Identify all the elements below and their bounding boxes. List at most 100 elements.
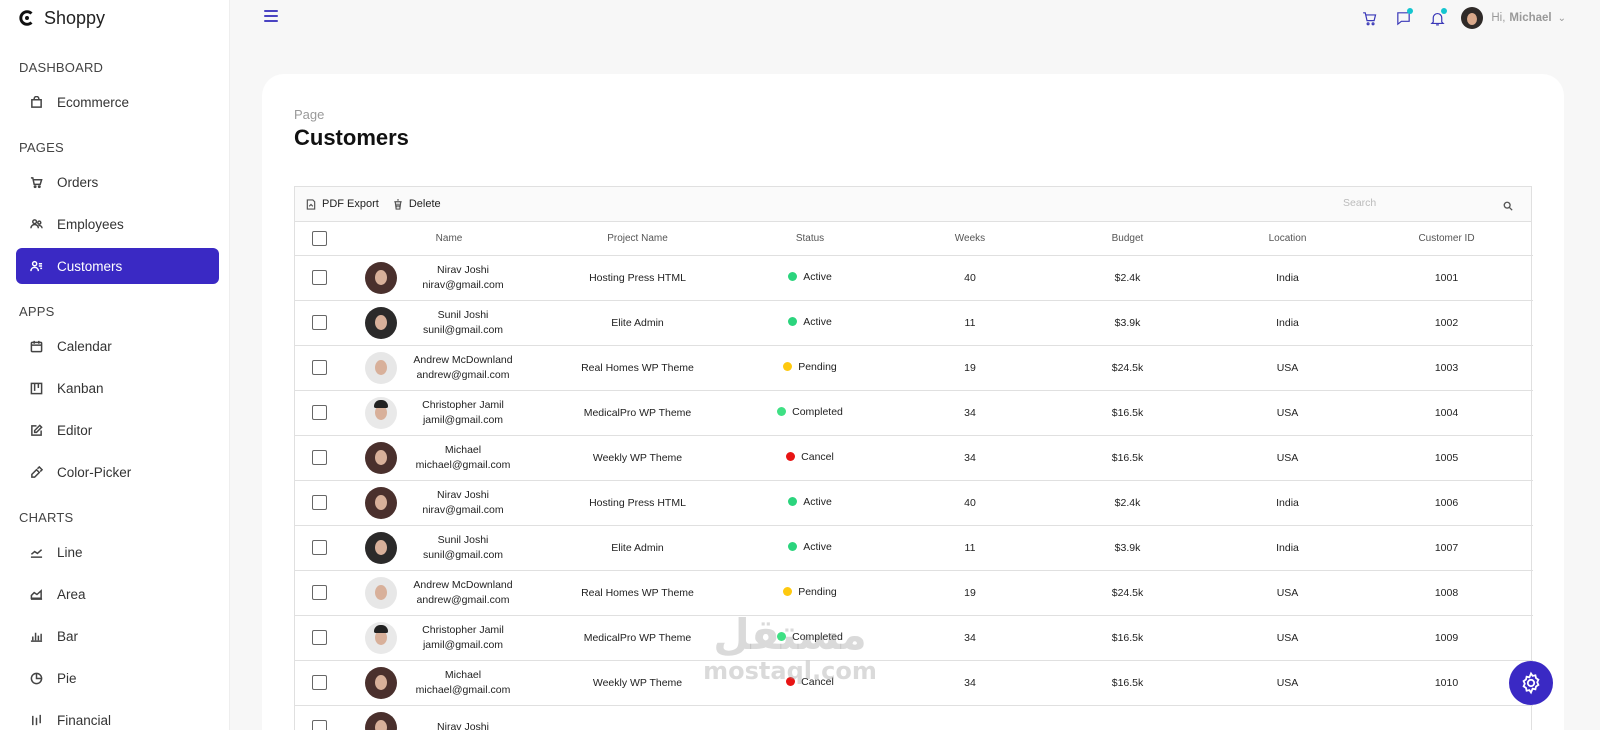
table-row[interactable]: Sunil Joshi sunil@gmail.com Elite Admin Act… bbox=[295, 525, 1533, 571]
brand[interactable]: Shoppy bbox=[0, 0, 229, 36]
column-header-name[interactable]: Name bbox=[343, 222, 555, 256]
chevron-down-icon[interactable]: ⌄ bbox=[1558, 13, 1566, 24]
row-checkbox[interactable] bbox=[311, 270, 327, 285]
sidebar-item-line[interactable]: Line bbox=[16, 534, 219, 570]
sidebar-item-kanban[interactable]: Kanban bbox=[16, 370, 219, 406]
row-checkbox[interactable] bbox=[311, 630, 327, 645]
weeks-cell: 40 bbox=[900, 255, 1040, 301]
chat-icon[interactable] bbox=[1393, 8, 1414, 28]
customer-name: Christopher Jamil bbox=[422, 398, 504, 411]
row-checkbox[interactable] bbox=[311, 450, 327, 465]
user-name[interactable]: Michael bbox=[1509, 12, 1551, 24]
table-row[interactable]: Michael michael@gmail.com Weekly WP Theme C… bbox=[295, 660, 1533, 706]
sidebar-item-orders[interactable]: Orders bbox=[16, 164, 219, 200]
row-checkbox[interactable] bbox=[311, 315, 327, 330]
column-header-budget[interactable]: Budget bbox=[1040, 222, 1215, 256]
sidebar-item-label: Calendar bbox=[57, 338, 112, 354]
customers-grid: PDF Export Delete Name Project bbox=[294, 186, 1533, 730]
customer-id-cell: 1008 bbox=[1360, 570, 1533, 616]
row-checkbox[interactable] bbox=[311, 360, 327, 375]
column-header-weeks[interactable]: Weeks bbox=[900, 222, 1040, 256]
grid-toolbar: PDF Export Delete bbox=[295, 187, 1531, 222]
status-cell: Completed bbox=[720, 615, 900, 661]
sidebar-item-employees[interactable]: Employees bbox=[16, 206, 219, 242]
table-row[interactable]: Nirav Joshi nirav@gmail.com Hosting Press … bbox=[295, 480, 1533, 526]
column-header-project[interactable]: Project Name bbox=[555, 222, 720, 256]
customer-cell: Michael michael@gmail.com bbox=[343, 435, 555, 481]
pdf-export-button[interactable]: PDF Export bbox=[306, 198, 379, 210]
table-row[interactable]: Andrew McDownland andrew@gmail.com Real Ho… bbox=[295, 345, 1533, 391]
sidebar-item-editor[interactable]: Editor bbox=[16, 412, 219, 448]
sidebar-item-financial[interactable]: Financial bbox=[16, 702, 219, 730]
search-icon[interactable] bbox=[1503, 198, 1513, 211]
avatar bbox=[365, 261, 397, 294]
status-cell: Cancel bbox=[720, 435, 900, 481]
status-dot bbox=[783, 587, 793, 597]
customer-cell: Christopher Jamil jamil@gmail.com bbox=[343, 390, 555, 436]
table-row[interactable]: Sunil Joshi sunil@gmail.com Elite Admin Act… bbox=[295, 300, 1533, 346]
chat-notification-dot bbox=[1407, 8, 1414, 14]
customer-name: Andrew McDownland bbox=[413, 353, 513, 366]
weeks-cell: 11 bbox=[900, 525, 1040, 571]
bell-icon[interactable] bbox=[1427, 8, 1448, 28]
table-row[interactable]: Michael michael@gmail.com Weekly WP Theme C… bbox=[295, 435, 1533, 481]
project-name-cell: MedicalPro WP Theme bbox=[555, 615, 720, 661]
row-select-cell bbox=[295, 435, 343, 481]
table-row[interactable]: Christopher Jamil jamil@gmail.com MedicalP… bbox=[295, 615, 1533, 661]
shoppy-logo-icon bbox=[19, 10, 33, 26]
cart-icon[interactable] bbox=[1359, 8, 1379, 28]
menu-toggle-icon[interactable] bbox=[264, 10, 278, 24]
search-input[interactable] bbox=[1333, 197, 1503, 209]
location-cell: USA bbox=[1215, 390, 1360, 436]
project-name-cell: Real Homes WP Theme bbox=[555, 345, 720, 391]
budget-cell: $2.4k bbox=[1040, 480, 1215, 526]
sidebar-nav: DASHBOARD Ecommerce PAGES Orders Employees Cu… bbox=[0, 58, 229, 730]
status-dot bbox=[786, 452, 796, 462]
row-checkbox[interactable] bbox=[311, 720, 327, 730]
avatar bbox=[365, 576, 397, 609]
column-header-customer-id[interactable]: Customer ID bbox=[1360, 222, 1533, 256]
project-name-cell bbox=[555, 705, 720, 730]
row-checkbox[interactable] bbox=[311, 675, 327, 690]
sidebar-item-calendar[interactable]: Calendar bbox=[16, 328, 219, 364]
shopping-bag-icon bbox=[29, 95, 43, 109]
status-badge: Cancel bbox=[786, 676, 834, 688]
row-checkbox[interactable] bbox=[311, 585, 327, 600]
customer-cell: Christopher Jamil jamil@gmail.com bbox=[343, 615, 555, 661]
table-row[interactable]: Nirav Joshi bbox=[295, 705, 1533, 730]
select-all-checkbox[interactable] bbox=[311, 230, 327, 246]
delete-button[interactable]: Delete bbox=[393, 198, 441, 210]
sidebar-item-ecommerce[interactable]: Ecommerce bbox=[16, 84, 219, 120]
employees-icon bbox=[29, 217, 43, 231]
status-badge: Active bbox=[788, 541, 832, 553]
table-row[interactable]: Nirav Joshi nirav@gmail.com Hosting Press … bbox=[295, 255, 1533, 301]
sidebar-item-pie[interactable]: Pie bbox=[16, 660, 219, 696]
sidebar-item-area[interactable]: Area bbox=[16, 576, 219, 612]
table-row[interactable]: Christopher Jamil jamil@gmail.com MedicalP… bbox=[295, 390, 1533, 436]
row-checkbox[interactable] bbox=[311, 495, 327, 510]
location-cell: India bbox=[1215, 480, 1360, 526]
table-body: Nirav Joshi nirav@gmail.com Hosting Press … bbox=[295, 255, 1533, 730]
row-checkbox[interactable] bbox=[311, 540, 327, 555]
table-row[interactable]: Andrew McDownland andrew@gmail.com Real Ho… bbox=[295, 570, 1533, 616]
avatar bbox=[365, 486, 397, 519]
sidebar-item-customers[interactable]: Customers bbox=[16, 248, 219, 284]
customer-name: Sunil Joshi bbox=[437, 533, 489, 546]
customer-id-cell: 1004 bbox=[1360, 390, 1533, 436]
avatar bbox=[365, 666, 397, 699]
sidebar-item-bar[interactable]: Bar bbox=[16, 618, 219, 654]
location-cell bbox=[1215, 705, 1360, 730]
sidebar-section-dashboard: DASHBOARD bbox=[19, 60, 104, 75]
customer-name: Michael bbox=[444, 668, 482, 681]
column-header-location[interactable]: Location bbox=[1215, 222, 1360, 256]
settings-button[interactable] bbox=[1509, 661, 1553, 705]
customer-email: michael@gmail.com bbox=[415, 458, 511, 471]
weeks-cell bbox=[900, 705, 1040, 730]
row-checkbox[interactable] bbox=[311, 405, 327, 420]
location-cell: USA bbox=[1215, 345, 1360, 391]
column-header-status[interactable]: Status bbox=[720, 222, 900, 256]
page-title: Customers bbox=[294, 125, 409, 150]
user-avatar[interactable] bbox=[1461, 7, 1484, 29]
table-header-row: Name Project Name Status Weeks Budget Lo… bbox=[295, 222, 1533, 256]
sidebar-item-color-picker[interactable]: Color-Picker bbox=[16, 454, 219, 490]
